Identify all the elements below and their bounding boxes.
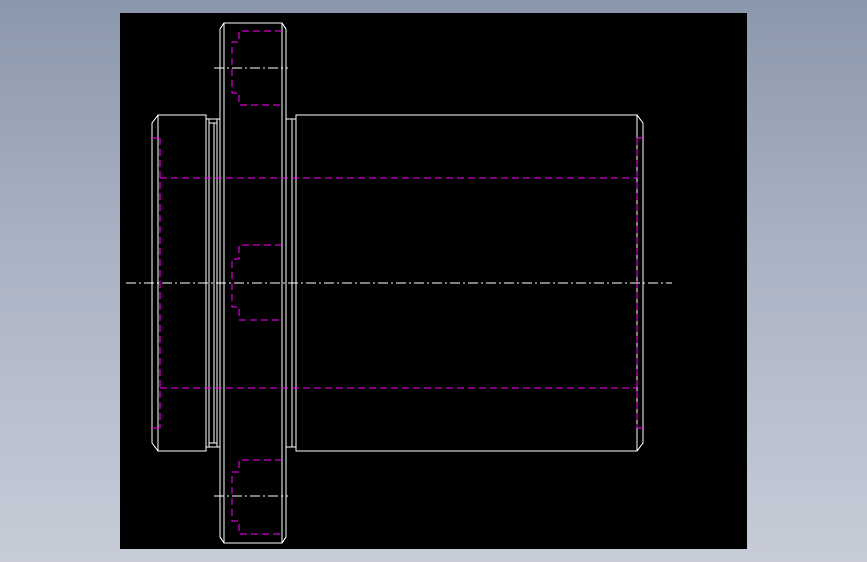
centerlines xyxy=(126,67,672,497)
cad-drawing xyxy=(126,22,672,544)
flange-bolt-hole-bottom xyxy=(231,459,282,535)
cad-viewport[interactable] xyxy=(120,13,747,549)
